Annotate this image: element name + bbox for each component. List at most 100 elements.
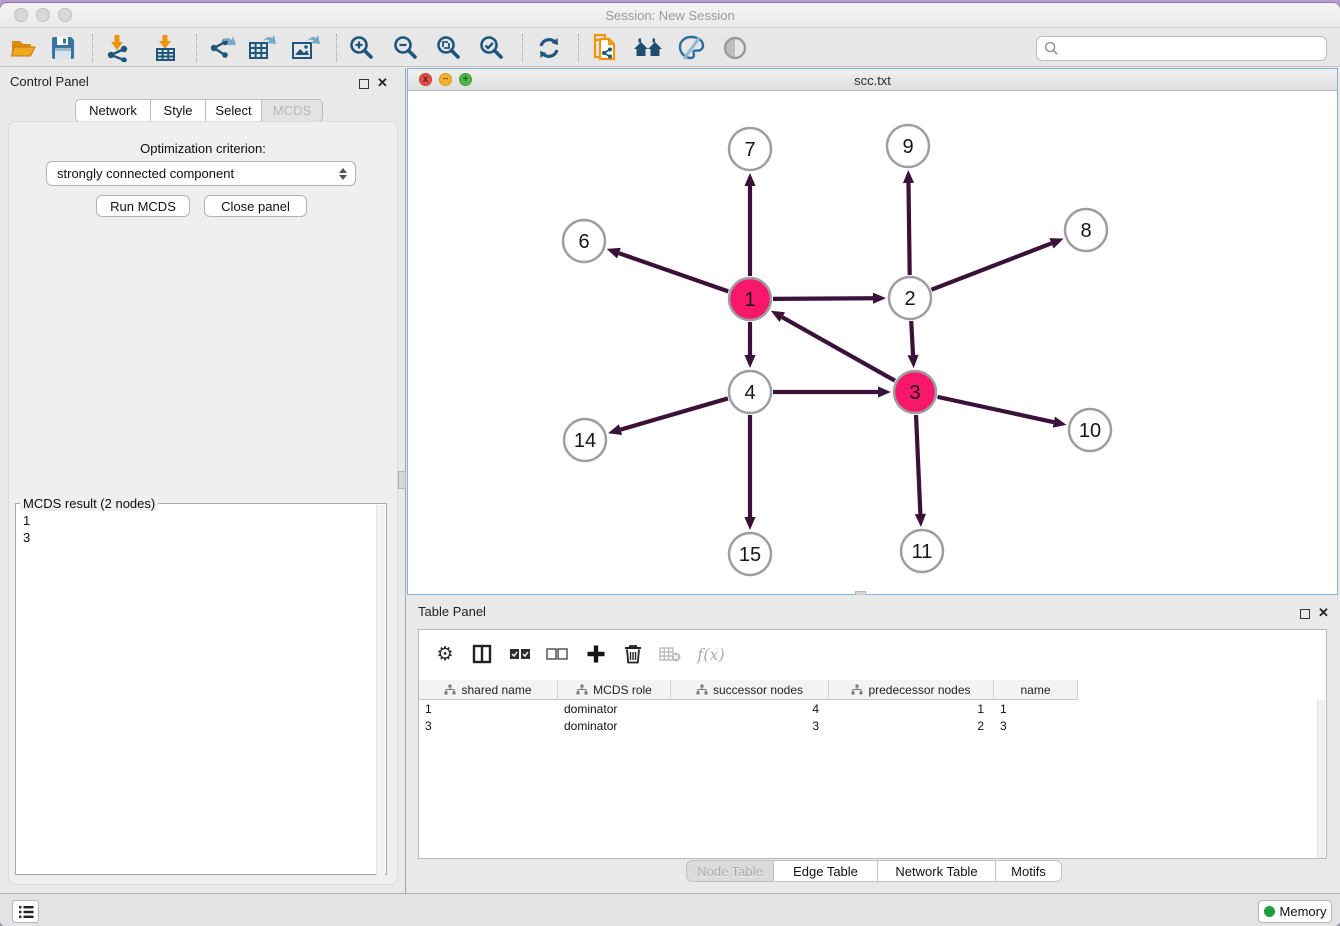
close-icon: ✕ [1318, 605, 1329, 620]
zoom-selected-button[interactable] [475, 31, 509, 65]
node-label-8: 8 [1080, 220, 1091, 242]
control-tab-network[interactable]: Network [75, 99, 151, 122]
export-image-icon [290, 34, 320, 62]
table-row[interactable]: 3dominator323 [419, 717, 1078, 734]
network-frame-titlebar[interactable]: x − + scc.txt [408, 69, 1337, 91]
search-input[interactable] [1059, 39, 1326, 59]
node-label-9: 9 [902, 136, 913, 158]
control-tab-mcds[interactable]: MCDS [262, 99, 323, 122]
home-view-button[interactable] [631, 31, 665, 65]
edge-2-9[interactable] [908, 183, 909, 275]
criterion-select[interactable]: strongly connected component [46, 161, 356, 186]
cell-MCDS-role[interactable]: dominator [558, 700, 671, 717]
open-session-button[interactable] [6, 31, 40, 65]
sort-hierarchy-icon [696, 684, 708, 695]
cell-name[interactable]: 3 [994, 717, 1078, 734]
toolbar-separator [92, 34, 93, 62]
tab-node-table[interactable]: Node Table [686, 860, 774, 882]
column-header-predecessor-nodes[interactable]: predecessor nodes [829, 680, 994, 700]
column-header-successor-nodes[interactable]: successor nodes [671, 680, 829, 700]
fx-icon: f(x) [697, 645, 724, 664]
function-builder-button[interactable]: f(x) [691, 638, 731, 670]
create-column-button[interactable] [580, 638, 612, 670]
table-scrollbar[interactable] [1317, 700, 1325, 858]
column-header-name[interactable]: name [994, 680, 1078, 700]
table-settings-button[interactable]: ⚙ [429, 638, 461, 670]
close-panel-button[interactable]: Close panel [204, 195, 307, 217]
cell-predecessor-nodes[interactable]: 2 [829, 717, 994, 734]
tab-motifs[interactable]: Motifs [996, 860, 1062, 882]
node-label-10: 10 [1079, 420, 1101, 442]
result-scrollbar[interactable] [376, 505, 385, 875]
control-tab-style[interactable]: Style [151, 99, 206, 122]
table-panel-close-button[interactable]: ✕ [1318, 604, 1329, 622]
cell-shared-name[interactable]: 1 [419, 700, 558, 717]
table-row[interactable]: 1dominator411 [419, 700, 1078, 717]
mcds-result-list[interactable]: 1 3 [23, 512, 30, 546]
export-table-button[interactable] [245, 31, 279, 65]
unselect-all-columns-button[interactable] [541, 638, 573, 670]
plus-icon [586, 644, 606, 664]
node-table-container: ⚙ [418, 629, 1327, 859]
zoom-out-button[interactable] [389, 31, 423, 65]
edge-3-10[interactable] [937, 397, 1053, 422]
cell-name[interactable]: 1 [994, 700, 1078, 717]
show-hide-button[interactable] [718, 31, 752, 65]
main-toolbar [0, 29, 1340, 67]
criterion-value: strongly connected component [57, 166, 234, 181]
unchecked-boxes-icon [546, 648, 568, 660]
edge-2-3[interactable] [911, 321, 913, 355]
cell-shared-name[interactable]: 3 [419, 717, 558, 734]
column-header-MCDS-role[interactable]: MCDS role [558, 680, 671, 700]
clone-network-button[interactable] [588, 31, 622, 65]
edge-arrowhead [873, 293, 886, 304]
import-table-button[interactable] [149, 31, 183, 65]
cell-successor-nodes[interactable]: 3 [671, 717, 829, 734]
tab-edge-table[interactable]: Edge Table [774, 860, 878, 882]
style-preview-button[interactable] [674, 31, 708, 65]
import-network-button[interactable] [101, 31, 135, 65]
edge-2-8[interactable] [931, 243, 1051, 289]
vertical-splitter-grip[interactable] [398, 471, 406, 489]
refresh-layout-button[interactable] [532, 31, 566, 65]
zoom-in-button[interactable] [345, 31, 379, 65]
import-table-icon [152, 34, 180, 62]
run-mcds-button[interactable]: Run MCDS [96, 195, 190, 217]
zoom-fit-icon [435, 34, 463, 62]
delete-table-button[interactable] [654, 638, 686, 670]
node-label-7: 7 [744, 139, 755, 161]
edge-3-1[interactable] [782, 317, 895, 381]
optimization-criterion-label: Optimization criterion: [9, 141, 397, 156]
edge-4-14[interactable] [621, 398, 728, 429]
control-panel-float-button[interactable] [359, 76, 369, 94]
memory-button[interactable]: Memory [1258, 900, 1332, 923]
edge-arrowhead [915, 514, 926, 527]
mcds-result-groupbox: MCDS result (2 nodes) 1 3 [15, 503, 387, 875]
export-network-button[interactable] [205, 31, 239, 65]
tab-network-table[interactable]: Network Table [878, 860, 996, 882]
column-header-shared-name[interactable]: shared name [419, 680, 558, 700]
save-session-button[interactable] [46, 31, 80, 65]
search-box [1036, 36, 1327, 61]
select-all-columns-button[interactable] [504, 638, 536, 670]
delete-column-button[interactable] [617, 638, 649, 670]
mcds-panel: Optimization criterion: strongly connect… [8, 121, 398, 885]
cell-successor-nodes[interactable]: 4 [671, 700, 829, 717]
edge-1-6[interactable] [619, 253, 728, 291]
show-columns-button[interactable] [466, 638, 498, 670]
list-icon [18, 905, 34, 919]
network-view-frame: x − + scc.txt 1234678910111415 [407, 68, 1338, 595]
cell-predecessor-nodes[interactable]: 1 [829, 700, 994, 717]
edge-3-11[interactable] [916, 415, 920, 514]
network-canvas[interactable]: 1234678910111415 [408, 91, 1337, 594]
edge-1-2[interactable] [773, 298, 873, 299]
control-tab-select[interactable]: Select [206, 99, 262, 122]
gear-icon: ⚙ [436, 643, 453, 665]
task-history-button[interactable] [12, 900, 39, 923]
control-panel-close-button[interactable]: ✕ [377, 74, 388, 92]
zoom-fit-button[interactable] [432, 31, 466, 65]
export-image-button[interactable] [288, 31, 322, 65]
cell-MCDS-role[interactable]: dominator [558, 717, 671, 734]
export-table-icon [247, 34, 277, 62]
table-panel-float-button[interactable] [1300, 606, 1310, 624]
